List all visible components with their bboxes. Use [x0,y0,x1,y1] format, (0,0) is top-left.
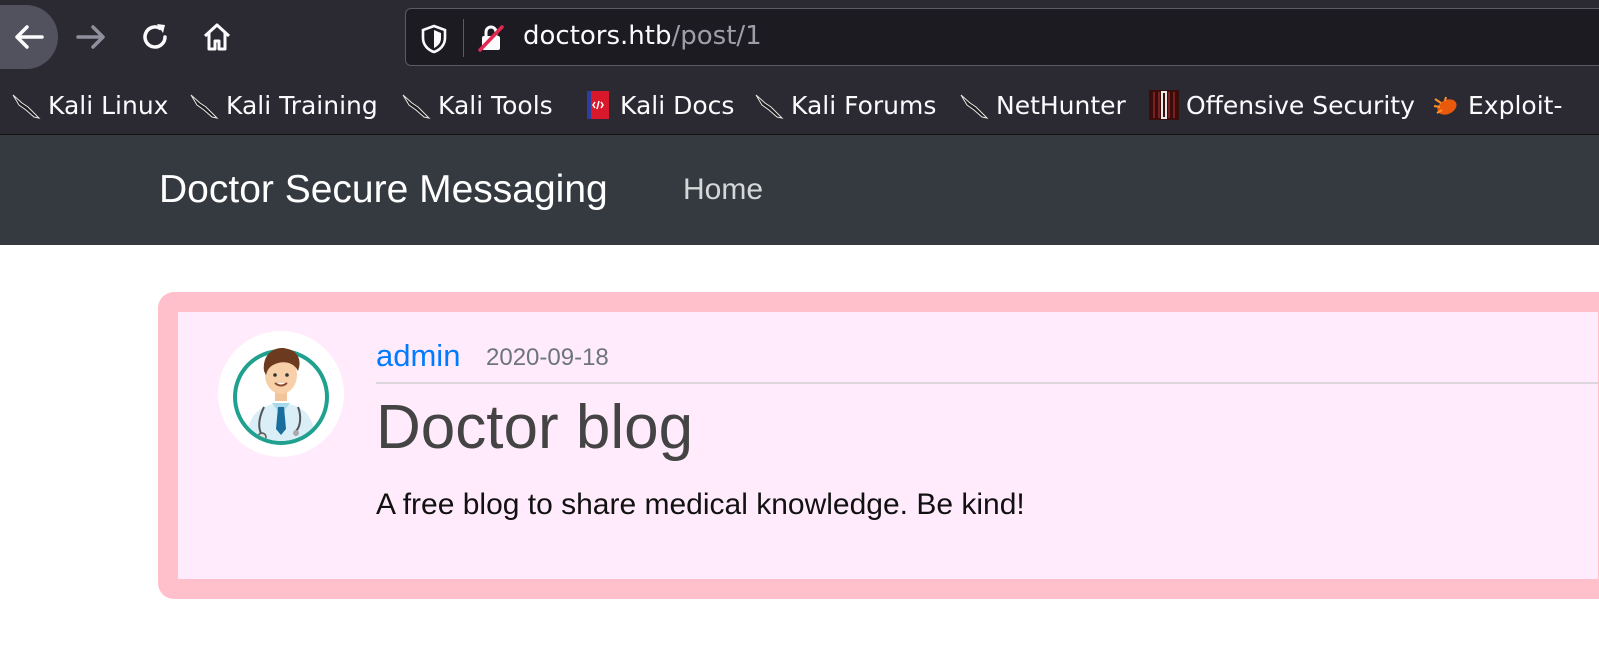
bookmark-label: Kali Training [226,90,378,120]
arrow-right-icon [76,25,105,49]
bookmark-label: Kali Linux [48,90,169,120]
avatar [218,331,344,457]
bookmark-offensive-security[interactable]: Offensive Security [1148,89,1415,121]
bookmark-label: NetHunter [996,90,1126,120]
bookmark-label: Offensive Security [1186,90,1415,120]
post-card: admin 2020-09-18 Doctor blog A free blog… [158,292,1599,599]
kali-dragon-icon [400,89,432,121]
home-button[interactable] [190,10,244,64]
doctor-avatar-icon [233,347,329,445]
insecure-lock-icon[interactable] [476,23,506,53]
exploit-db-icon [1430,89,1462,121]
arrow-left-icon [15,25,44,49]
bookmark-label: Kali Forums [791,90,937,120]
site-navbar: Doctor Secure Messaging Home [0,135,1599,245]
browser-toolbar: doctors.htb/post/1 [0,0,1599,76]
post-meta: admin 2020-09-18 [376,338,1598,384]
kali-dragon-icon [958,89,990,121]
bookmark-kali-forums[interactable]: Kali Forums [753,89,936,121]
kali-dragon-icon [10,89,42,121]
bookmark-label: Kali Docs [620,90,735,120]
reload-icon [143,24,167,49]
url-host: doctors.htb [523,21,672,51]
url-text: doctors.htb/post/1 [523,21,762,51]
home-icon [203,23,231,51]
bookmark-kali-docs[interactable]: Kali Docs [582,89,734,121]
bookmark-kali-training[interactable]: Kali Training [188,89,378,121]
nav-home-link[interactable]: Home [683,173,763,207]
kali-dragon-icon [188,89,220,121]
bookmark-kali-linux[interactable]: Kali Linux [10,89,168,121]
site-brand[interactable]: Doctor Secure Messaging [159,168,608,212]
bookmarks-bar: Kali Linux Kali Training Kali Tools Kali… [0,76,1599,135]
offsec-icon [1148,89,1180,121]
bookmark-exploit-db[interactable]: Exploit- [1430,89,1562,121]
bookmark-label: Exploit- [1468,90,1563,120]
urlbar-separator [463,19,464,57]
post-card-body: admin 2020-09-18 Doctor blog A free blog… [178,312,1598,579]
post-date: 2020-09-18 [486,344,609,371]
kali-dragon-icon [753,89,785,121]
address-bar[interactable]: doctors.htb/post/1 [405,8,1599,66]
reload-button[interactable] [128,10,182,64]
shield-icon[interactable] [420,24,448,54]
back-button[interactable] [0,5,58,69]
post-content: A free blog to share medical knowledge. … [376,488,1025,521]
bookmark-kali-tools[interactable]: Kali Tools [400,89,553,121]
forward-button[interactable] [64,10,118,64]
kali-docs-icon [582,89,614,121]
bookmark-nethunter[interactable]: NetHunter [958,89,1126,121]
post-author-link[interactable]: admin [376,338,460,374]
url-path: /post/1 [671,21,762,51]
post-title: Doctor blog [376,393,694,462]
bookmark-label: Kali Tools [438,90,553,120]
